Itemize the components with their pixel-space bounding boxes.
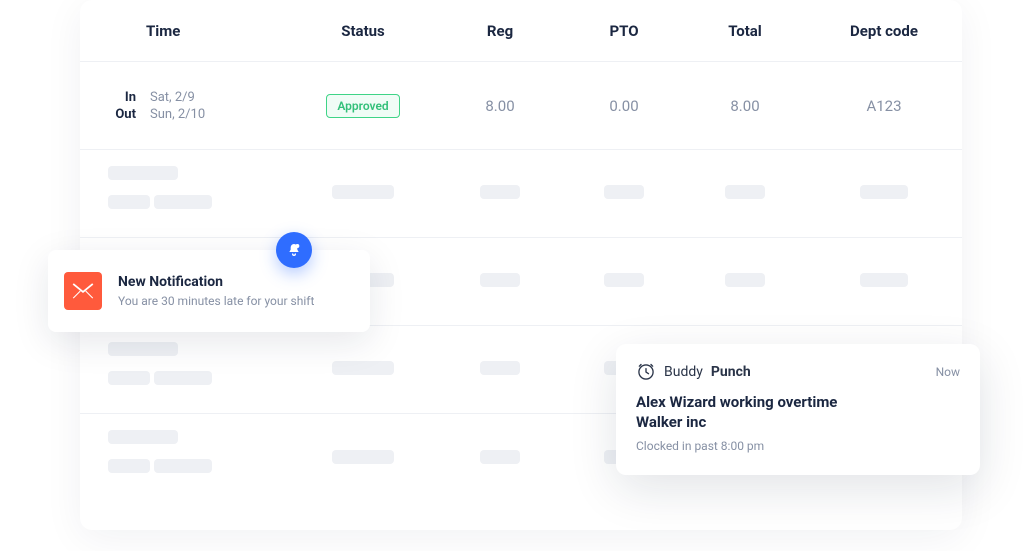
bell-icon <box>276 232 312 268</box>
out-label: Out <box>108 107 136 122</box>
table-row[interactable]: In Sat, 2/9 Out Sun, 2/10 Approved 8.00 … <box>80 62 962 150</box>
mail-icon <box>64 272 102 310</box>
cell-dept: A123 <box>806 97 962 115</box>
brand: Buddy Punch <box>636 362 751 382</box>
table-header-row: Time Status Reg PTO Total Dept code <box>80 0 962 62</box>
toast-title-line2: Walker inc <box>636 413 706 431</box>
toast-title-line1: Alex Wizard working overtime <box>636 393 837 411</box>
notification-text: New Notification You are 30 minutes late… <box>118 274 314 308</box>
notification-popover[interactable]: New Notification You are 30 minutes late… <box>48 250 370 332</box>
toast-time: Now <box>936 365 960 379</box>
cell-status: Approved <box>290 94 436 118</box>
in-label: In <box>108 90 136 105</box>
cell-time: In Sat, 2/9 Out Sun, 2/10 <box>80 88 290 124</box>
cell-reg: 8.00 <box>436 97 564 115</box>
clock-icon <box>636 362 656 382</box>
notification-title: New Notification <box>118 274 314 290</box>
brand-word-a: Buddy <box>664 364 703 380</box>
cell-total: 8.00 <box>684 97 806 115</box>
status-badge: Approved <box>326 94 399 118</box>
brand-word-b: Punch <box>711 364 751 380</box>
notification-body: You are 30 minutes late for your shift <box>118 294 314 308</box>
cell-pto: 0.00 <box>564 97 684 115</box>
col-header-reg: Reg <box>436 22 564 40</box>
out-value: Sun, 2/10 <box>150 107 205 122</box>
toast-title: Alex Wizard working overtime Walker inc <box>636 392 960 433</box>
col-header-time: Time <box>80 22 290 40</box>
overtime-toast[interactable]: Buddy Punch Now Alex Wizard working over… <box>616 344 980 475</box>
col-header-pto: PTO <box>564 22 684 40</box>
in-value: Sat, 2/9 <box>150 90 195 105</box>
col-header-dept: Dept code <box>806 22 962 40</box>
toast-subtitle: Clocked in past 8:00 pm <box>636 439 960 453</box>
col-header-status: Status <box>290 22 436 40</box>
col-header-total: Total <box>684 22 806 40</box>
table-row-skeleton <box>80 150 962 238</box>
